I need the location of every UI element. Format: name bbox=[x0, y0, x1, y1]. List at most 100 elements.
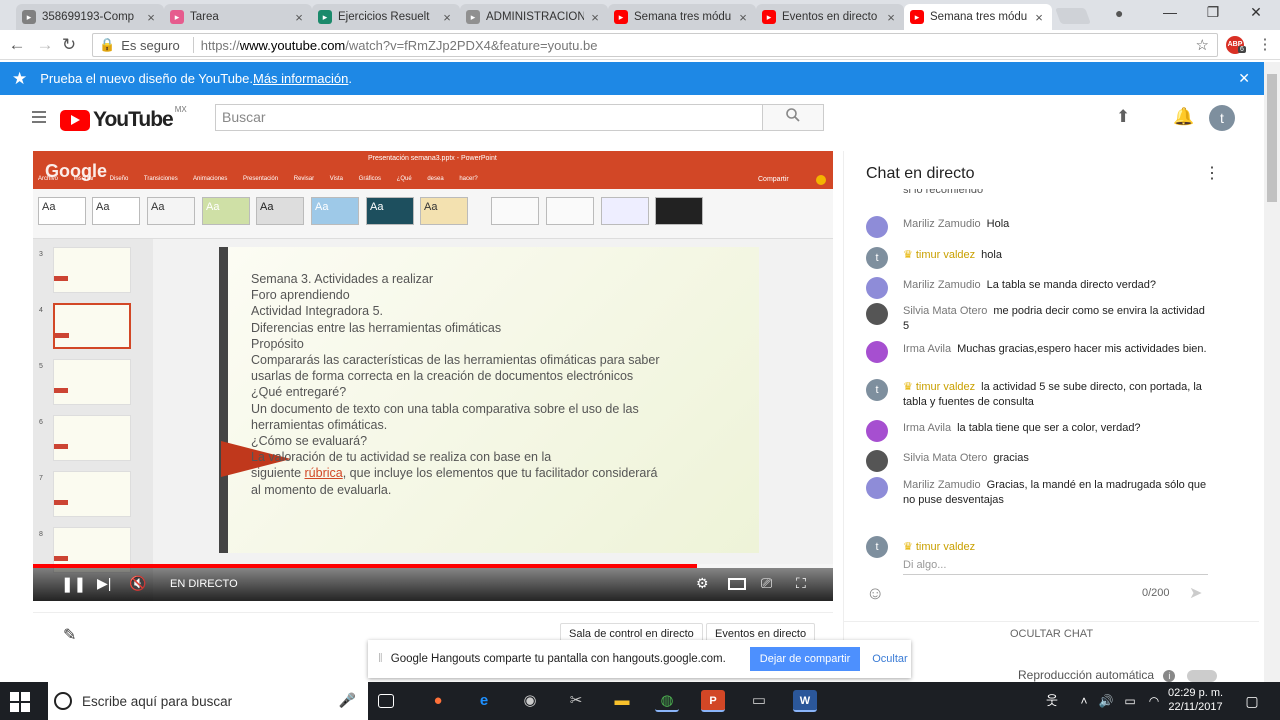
tab-close-icon[interactable]: × bbox=[736, 10, 750, 25]
volume-icon[interactable]: 🔊 bbox=[1094, 690, 1118, 712]
edge-icon[interactable]: e bbox=[472, 690, 496, 712]
chat-author: Irma Avila bbox=[903, 422, 952, 434]
bookmark-star-icon[interactable]: ☆ bbox=[1196, 36, 1209, 54]
banner-close-icon[interactable]: ✕ bbox=[1238, 70, 1250, 87]
browser-tab[interactable]: ▸ Tarea × bbox=[164, 4, 312, 30]
windows-start-icon[interactable] bbox=[10, 692, 30, 712]
slide-number: 6 bbox=[39, 419, 43, 426]
crown-icon: ♛ bbox=[903, 541, 913, 553]
slide-last-line: al momento de evaluarla. bbox=[251, 482, 392, 497]
edit-pencil-icon[interactable]: ✎ bbox=[63, 625, 76, 645]
taskbar-clock[interactable]: 02:29 p. m. 22/11/2017 bbox=[1168, 686, 1223, 714]
wifi-icon[interactable]: ◠ bbox=[1142, 690, 1166, 712]
browser-tab[interactable]: ▸ ADMINISTRACIÓN × bbox=[460, 4, 608, 30]
pause-icon[interactable]: ❚❚ bbox=[61, 575, 86, 593]
firefox-icon[interactable]: ● bbox=[426, 690, 450, 712]
scrollbar-thumb[interactable] bbox=[1267, 74, 1277, 202]
snipping-tool-icon[interactable]: ✂ bbox=[564, 690, 588, 712]
tab-label: Eventos en directo bbox=[782, 11, 878, 23]
region-label: MX bbox=[174, 105, 187, 114]
tray-chevron-icon[interactable]: ˄ bbox=[1072, 690, 1096, 712]
tab-label: Semana tres módu bbox=[634, 11, 732, 23]
browser-menu-icon[interactable]: ⋮ bbox=[1254, 34, 1276, 56]
minimize-icon[interactable]: — bbox=[1150, 4, 1190, 24]
slide-thumbnail bbox=[53, 247, 131, 293]
hangouts-share-notification: ‖ Google Hangouts comparte tu pantalla c… bbox=[368, 640, 911, 678]
powerpoint-icon[interactable]: P bbox=[701, 690, 725, 712]
browser-tab[interactable]: ▸ Semana tres módu × bbox=[904, 4, 1052, 30]
chat-title: Chat en directo bbox=[866, 165, 975, 182]
hide-notification-button[interactable]: Ocultar bbox=[872, 653, 907, 665]
theater-mode-icon[interactable] bbox=[728, 578, 746, 590]
tab-close-icon[interactable]: × bbox=[1032, 10, 1046, 25]
chat-message-input[interactable]: Di algo... bbox=[903, 559, 1208, 575]
tab-close-icon[interactable]: × bbox=[588, 10, 602, 25]
people-icon[interactable]: 웃 bbox=[1040, 690, 1064, 712]
profile-icon[interactable]: ● bbox=[1115, 5, 1135, 25]
forward-icon[interactable]: → bbox=[34, 34, 56, 56]
upload-icon[interactable]: ⬆ bbox=[1116, 107, 1130, 127]
browser-tab[interactable]: ▸ 358699193-Comp × bbox=[16, 4, 164, 30]
screen: ▸ 358699193-Comp × ▸ Tarea × ▸ Ejercicios Resue… bbox=[0, 0, 1280, 720]
live-label: EN DIRECTO bbox=[170, 578, 238, 590]
star-icon: ★ bbox=[12, 68, 28, 88]
tab-favicon-icon: ▸ bbox=[170, 10, 184, 24]
microphone-icon[interactable]: 🎤 bbox=[339, 692, 356, 709]
theme-thumbnail: Aa bbox=[420, 197, 468, 225]
banner-suffix: . bbox=[348, 71, 352, 86]
drag-handle-icon[interactable]: ‖ bbox=[378, 653, 383, 665]
live-chat-panel: Chat en directo ⋮ si lo recomiendo Maril… bbox=[843, 151, 1259, 657]
chat-author: Mariliz Zamudio bbox=[903, 279, 981, 291]
slide-line: Propósito bbox=[251, 336, 304, 351]
task-view-icon[interactable] bbox=[378, 694, 394, 708]
chat-message: Mariliz Zamudio Hola bbox=[866, 216, 1211, 238]
search-input[interactable]: Buscar bbox=[215, 104, 763, 131]
taskbar-search-box[interactable]: Escribe aquí para buscar 🎤 bbox=[48, 682, 368, 720]
hangouts-message: Google Hangouts comparte tu pantalla con… bbox=[390, 653, 726, 665]
chat-more-icon[interactable]: ⋮ bbox=[1204, 163, 1220, 183]
back-icon[interactable]: ← bbox=[6, 34, 28, 56]
video-player[interactable]: Google Presentación semana3.pptx - Power… bbox=[33, 151, 833, 601]
page-scrollbar[interactable] bbox=[1264, 62, 1280, 682]
fullscreen-icon[interactable]: ⛶ bbox=[796, 575, 806, 592]
file-explorer-icon[interactable]: ▬ bbox=[610, 690, 634, 712]
camera-app-icon[interactable]: ◉ bbox=[518, 690, 542, 712]
tab-favicon-icon: ▸ bbox=[22, 10, 36, 24]
stop-sharing-button[interactable]: Dejar de compartir bbox=[749, 647, 861, 671]
menu-icon[interactable] bbox=[32, 111, 46, 126]
slide-line: Actividad Integradora 5. bbox=[251, 304, 384, 319]
tab-close-icon[interactable]: × bbox=[884, 10, 898, 25]
send-icon[interactable]: ➤ bbox=[1189, 583, 1202, 603]
chat-author: ♛ timur valdez bbox=[903, 249, 976, 261]
mute-icon[interactable]: 🔇 bbox=[129, 575, 146, 592]
reload-icon[interactable]: ↻ bbox=[58, 34, 80, 56]
search-button[interactable] bbox=[762, 104, 824, 131]
tab-close-icon[interactable]: × bbox=[292, 10, 306, 25]
youtube-logo[interactable]: YouTube MX bbox=[60, 105, 187, 132]
cast-icon[interactable]: ⎚ bbox=[761, 575, 772, 592]
maximize-icon[interactable]: ❐ bbox=[1193, 4, 1233, 24]
browser-tab[interactable]: ▸ Ejercicios Resuelt × bbox=[312, 4, 460, 30]
browser-tab[interactable]: ▸ Eventos en directo × bbox=[756, 4, 904, 30]
slide-thumbnail bbox=[53, 359, 131, 405]
notifications-bell-icon[interactable]: 🔔 bbox=[1173, 107, 1194, 127]
next-icon[interactable]: ▶| bbox=[97, 575, 111, 592]
autoplay-toggle[interactable] bbox=[1186, 669, 1217, 682]
slide-thumbnail bbox=[53, 303, 131, 349]
tab-close-icon[interactable]: × bbox=[440, 10, 454, 25]
emoji-icon[interactable]: ☺ bbox=[866, 583, 884, 604]
banner-more-info-link[interactable]: Más información bbox=[253, 71, 348, 86]
word-icon[interactable]: W bbox=[793, 690, 817, 712]
chrome-icon[interactable]: ◍ bbox=[655, 690, 679, 712]
omnibox[interactable]: 🔒 Es seguro https:// www.youtube.com /wa… bbox=[92, 33, 1218, 57]
info-icon[interactable]: i bbox=[1163, 670, 1176, 682]
action-center-icon[interactable]: ▢ bbox=[1240, 690, 1264, 712]
close-window-icon[interactable]: ✕ bbox=[1236, 4, 1276, 24]
new-tab-button[interactable] bbox=[1055, 8, 1091, 24]
tab-close-icon[interactable]: × bbox=[144, 10, 158, 25]
battery-icon[interactable]: ▭ bbox=[1118, 690, 1142, 712]
browser-tab[interactable]: ▸ Semana tres módu × bbox=[608, 4, 756, 30]
account-avatar[interactable]: t bbox=[1209, 105, 1235, 131]
app-window-icon[interactable]: ▭ bbox=[747, 690, 771, 712]
settings-gear-icon[interactable]: ⚙ bbox=[696, 575, 709, 592]
